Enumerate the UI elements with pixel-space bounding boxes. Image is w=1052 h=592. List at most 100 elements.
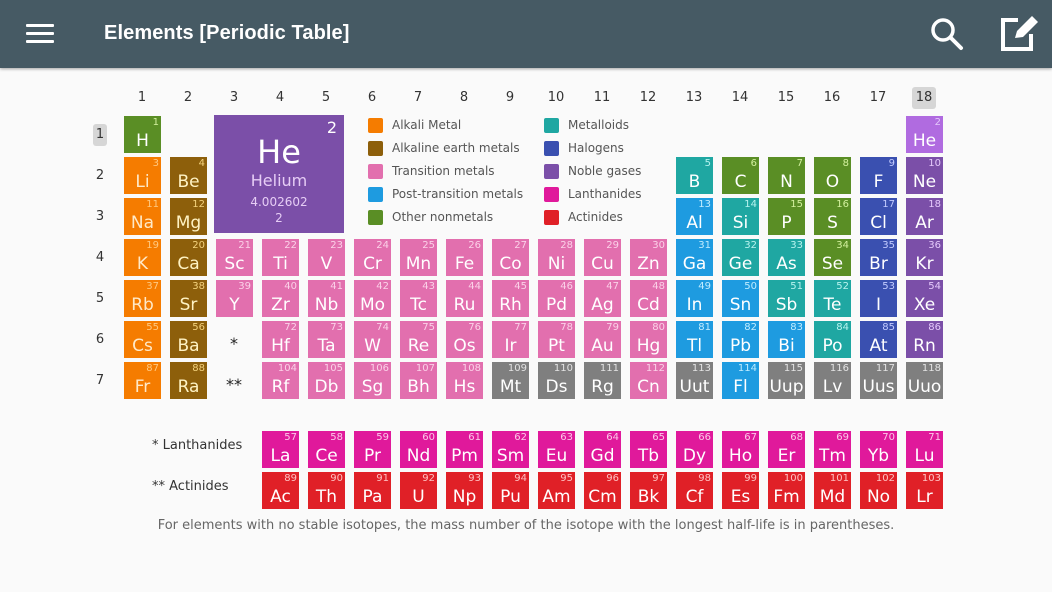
element-cell-os[interactable]: 76 Os [446, 321, 483, 358]
element-cell-ni[interactable]: 28 Ni [538, 239, 575, 276]
element-cell-pu[interactable]: 94 Pu [492, 472, 529, 509]
element-cell-h[interactable]: 1H [124, 116, 161, 153]
element-cell-es[interactable]: 99 Es [722, 472, 759, 509]
element-cell-ge[interactable]: 32 Ge [722, 239, 759, 276]
element-cell-ga[interactable]: 31 Ga [676, 239, 713, 276]
element-cell-md[interactable]: 101 Md [814, 472, 851, 509]
element-cell-cu[interactable]: 29 Cu [584, 239, 621, 276]
element-cell-ce[interactable]: 58 Ce [308, 431, 345, 468]
group-number[interactable]: 2 [176, 90, 200, 105]
element-cell-gd[interactable]: 64 Gd [584, 431, 621, 468]
group-number[interactable]: 4 [268, 90, 292, 105]
element-cell-xe[interactable]: 54 Xe [906, 280, 943, 317]
group-number[interactable]: 13 [682, 90, 706, 105]
element-cell-ho[interactable]: 67 Ho [722, 431, 759, 468]
element-cell-cm[interactable]: 96 Cm [584, 472, 621, 509]
element-cell-be[interactable]: 4 Be [170, 157, 207, 194]
element-cell-al[interactable]: 13 Al [676, 198, 713, 235]
period-number[interactable]: 6 [93, 332, 107, 347]
element-cell-co[interactable]: 27 Co [492, 239, 529, 276]
element-cell-in[interactable]: 49 In [676, 280, 713, 317]
element-cell-uup[interactable]: 115 Uup [768, 362, 805, 399]
element-cell-kr[interactable]: 36 Kr [906, 239, 943, 276]
element-cell-rh[interactable]: 45 Rh [492, 280, 529, 317]
element-cell-ac[interactable]: 89 Ac [262, 472, 299, 509]
group-number[interactable]: 14 [728, 90, 752, 105]
element-cell-uut[interactable]: 113 Uut [676, 362, 713, 399]
period-number[interactable]: 7 [93, 373, 107, 388]
element-cell-eu[interactable]: 63 Eu [538, 431, 575, 468]
period-number[interactable]: 2 [93, 168, 107, 183]
element-cell-cf[interactable]: 98 Cf [676, 472, 713, 509]
element-cell-hs[interactable]: 108 Hs [446, 362, 483, 399]
element-cell-br[interactable]: 35 Br [860, 239, 897, 276]
element-cell-li[interactable]: 3 Li [124, 157, 161, 194]
element-cell-ds[interactable]: 110 Ds [538, 362, 575, 399]
element-cell-ne[interactable]: 10 Ne [906, 157, 943, 194]
group-number[interactable]: 7 [406, 90, 430, 105]
element-cell-sb[interactable]: 51 Sb [768, 280, 805, 317]
element-cell-np[interactable]: 93 Np [446, 472, 483, 509]
group-number[interactable]: 8 [452, 90, 476, 105]
element-cell-lv[interactable]: 116 Lv [814, 362, 851, 399]
group-number[interactable]: 16 [820, 90, 844, 105]
element-cell-zn[interactable]: 30 Zn [630, 239, 667, 276]
element-cell-mo[interactable]: 42 Mo [354, 280, 391, 317]
period-number[interactable]: 5 [93, 291, 107, 306]
element-cell-nb[interactable]: 41 Nb [308, 280, 345, 317]
element-cell-sn[interactable]: 50 Sn [722, 280, 759, 317]
element-cell-o[interactable]: 8O [814, 157, 851, 194]
edit-button[interactable] [998, 14, 1038, 54]
element-cell-au[interactable]: 79 Au [584, 321, 621, 358]
element-cell-po[interactable]: 84 Po [814, 321, 851, 358]
element-cell-uuo[interactable]: 118 Uuo [906, 362, 943, 399]
element-cell-ba[interactable]: 56 Ba [170, 321, 207, 358]
element-cell-sr[interactable]: 38 Sr [170, 280, 207, 317]
element-cell-rb[interactable]: 37 Rb [124, 280, 161, 317]
element-cell-hg[interactable]: 80 Hg [630, 321, 667, 358]
element-cell-te[interactable]: 52 Te [814, 280, 851, 317]
element-cell-lu[interactable]: 71 Lu [906, 431, 943, 468]
element-cell-er[interactable]: 68 Er [768, 431, 805, 468]
group-number[interactable]: 9 [498, 90, 522, 105]
element-cell-u[interactable]: 92 U [400, 472, 437, 509]
element-cell-rf[interactable]: 104 Rf [262, 362, 299, 399]
element-cell-pa[interactable]: 91 Pa [354, 472, 391, 509]
element-cell-f[interactable]: 9F [860, 157, 897, 194]
element-cell-ta[interactable]: 73 Ta [308, 321, 345, 358]
group-number[interactable]: 3 [222, 90, 246, 105]
element-cell-cn[interactable]: 112 Cn [630, 362, 667, 399]
group-number[interactable]: 12 [636, 90, 660, 105]
element-cell-mg[interactable]: 12 Mg [170, 198, 207, 235]
element-cell-db[interactable]: 105 Db [308, 362, 345, 399]
element-cell-ti[interactable]: 22 Ti [262, 239, 299, 276]
element-cell-c[interactable]: 6C [722, 157, 759, 194]
element-cell-w[interactable]: 74 W [354, 321, 391, 358]
element-cell-sc[interactable]: 21 Sc [216, 239, 253, 276]
element-cell-nd[interactable]: 60 Nd [400, 431, 437, 468]
element-cell-fe[interactable]: 26 Fe [446, 239, 483, 276]
element-cell-lr[interactable]: 103 Lr [906, 472, 943, 509]
element-cell-pd[interactable]: 46 Pd [538, 280, 575, 317]
element-cell-ar[interactable]: 18 Ar [906, 198, 943, 235]
element-cell-sg[interactable]: 106 Sg [354, 362, 391, 399]
element-cell-i[interactable]: 53 I [860, 280, 897, 317]
group-number[interactable]: 17 [866, 90, 890, 105]
group-number[interactable]: 6 [360, 90, 384, 105]
element-cell-tl[interactable]: 81 Tl [676, 321, 713, 358]
group-number[interactable]: 5 [314, 90, 338, 105]
group-number[interactable]: 10 [544, 90, 568, 105]
element-cell-tc[interactable]: 43 Tc [400, 280, 437, 317]
element-cell-cr[interactable]: 24 Cr [354, 239, 391, 276]
element-cell-pb[interactable]: 82 Pb [722, 321, 759, 358]
element-cell-dy[interactable]: 66 Dy [676, 431, 713, 468]
element-cell-fm[interactable]: 100 Fm [768, 472, 805, 509]
element-cell-pm[interactable]: 61 Pm [446, 431, 483, 468]
element-cell-cd[interactable]: 48 Cd [630, 280, 667, 317]
element-cell-tb[interactable]: 65 Tb [630, 431, 667, 468]
element-cell-th[interactable]: 90 Th [308, 472, 345, 509]
element-cell-ca[interactable]: 20 Ca [170, 239, 207, 276]
element-cell-ru[interactable]: 44 Ru [446, 280, 483, 317]
element-cell-am[interactable]: 95 Am [538, 472, 575, 509]
element-cell-n[interactable]: 7N [768, 157, 805, 194]
